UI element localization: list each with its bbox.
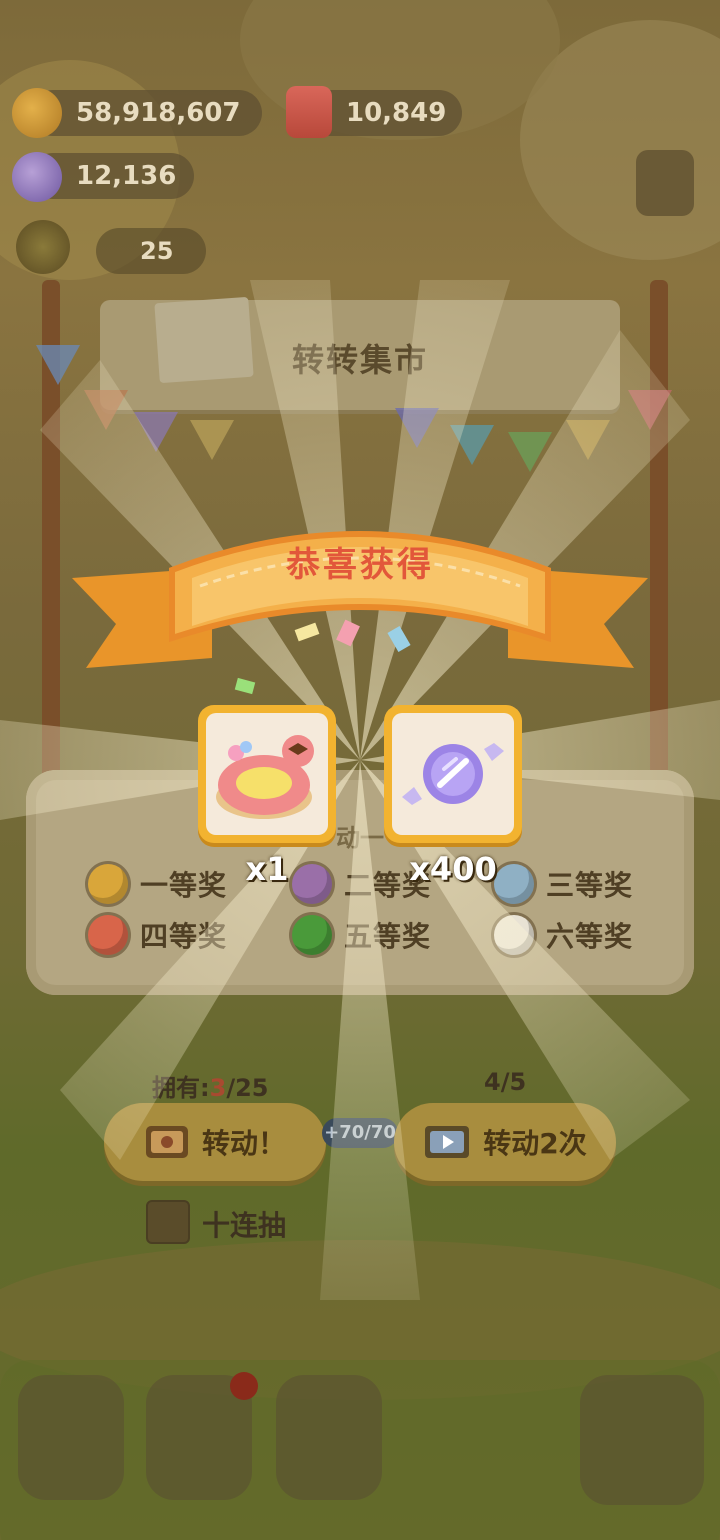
bunting-flag (450, 425, 494, 465)
spin-twice-button[interactable]: 转动2次 (394, 1103, 616, 1181)
character-button[interactable] (276, 1375, 382, 1500)
reward-qty-2: x400 (409, 850, 497, 888)
ticket-icon (145, 1126, 188, 1158)
owned-current: 3 (209, 1074, 227, 1102)
reward-card-1[interactable] (198, 705, 336, 843)
energy-bar: +70/70 (322, 1118, 398, 1148)
cookie-counter: 58,918,607 (30, 90, 262, 136)
video-ad-icon (425, 1126, 470, 1158)
shop-stall-button[interactable] (580, 1375, 704, 1505)
bunting-flag (395, 408, 439, 448)
table-hint-text: 动一 (336, 824, 384, 852)
ten-draw-label: 十连抽 (202, 1209, 287, 1242)
reward-qty-1: x1 (245, 850, 289, 888)
ad-spin-count: 4/5 (484, 1068, 527, 1096)
prize-label-5: 五等奖 (344, 920, 432, 953)
prize-label-3: 三等奖 (546, 869, 634, 902)
level-count: 25 (140, 237, 174, 265)
purple-candy-icon (402, 743, 504, 805)
ten-draw-checkbox[interactable] (146, 1200, 190, 1244)
owned-prefix: 拥有: (152, 1074, 210, 1102)
jelly-gem-icon (286, 86, 332, 138)
flamingo-cake-icon (216, 735, 314, 819)
game-background: 58,918,607 10,849 12,136 25 转转集市 动一 一等奖 … (0, 0, 720, 1540)
reward-card-inner (392, 713, 514, 835)
sun-icon[interactable] (16, 220, 70, 274)
prize-ball-6 (494, 915, 534, 955)
prize-row-6: 六等奖 (494, 915, 633, 955)
prize-ball-1 (88, 864, 128, 904)
prize-row-4: 四等奖 (88, 915, 227, 955)
settings-flower-icon[interactable] (636, 150, 694, 216)
congrats-title: 恭喜获得 (286, 545, 434, 585)
gem-count: 10,849 (346, 98, 447, 128)
owned-tickets: 拥有:3/25 (152, 1068, 268, 1103)
prize-label-6: 六等奖 (546, 920, 634, 953)
bunting-flag (84, 390, 128, 430)
notification-dot-icon (230, 1372, 258, 1400)
spin-button[interactable]: 转动！ (104, 1103, 326, 1181)
bunting-flag (134, 412, 178, 452)
bunting-flag (508, 432, 552, 472)
prize-ball-5 (292, 915, 332, 955)
candy-icon (12, 152, 62, 202)
spin-button-label: 转动！ (201, 1127, 286, 1160)
cookie-count: 58,918,607 (76, 98, 241, 128)
reward-card-inner (206, 713, 328, 835)
congrats-banner (72, 531, 648, 668)
prize-label-4: 四等奖 (140, 920, 228, 953)
candy-count: 12,136 (76, 161, 177, 191)
level-counter: 25 (96, 228, 206, 274)
owned-total: /25 (226, 1074, 269, 1102)
bunting-flag (566, 420, 610, 460)
reward-card-2[interactable] (384, 705, 522, 843)
prize-ball-4 (88, 915, 128, 955)
bunting-flag (190, 420, 234, 460)
prize-row-5: 五等奖 (292, 915, 431, 955)
spin-twice-label: 转动2次 (483, 1127, 587, 1160)
home-mushroom-button[interactable] (18, 1375, 124, 1500)
cookie-icon (12, 88, 62, 138)
market-title: 转转集市 (291, 341, 428, 379)
